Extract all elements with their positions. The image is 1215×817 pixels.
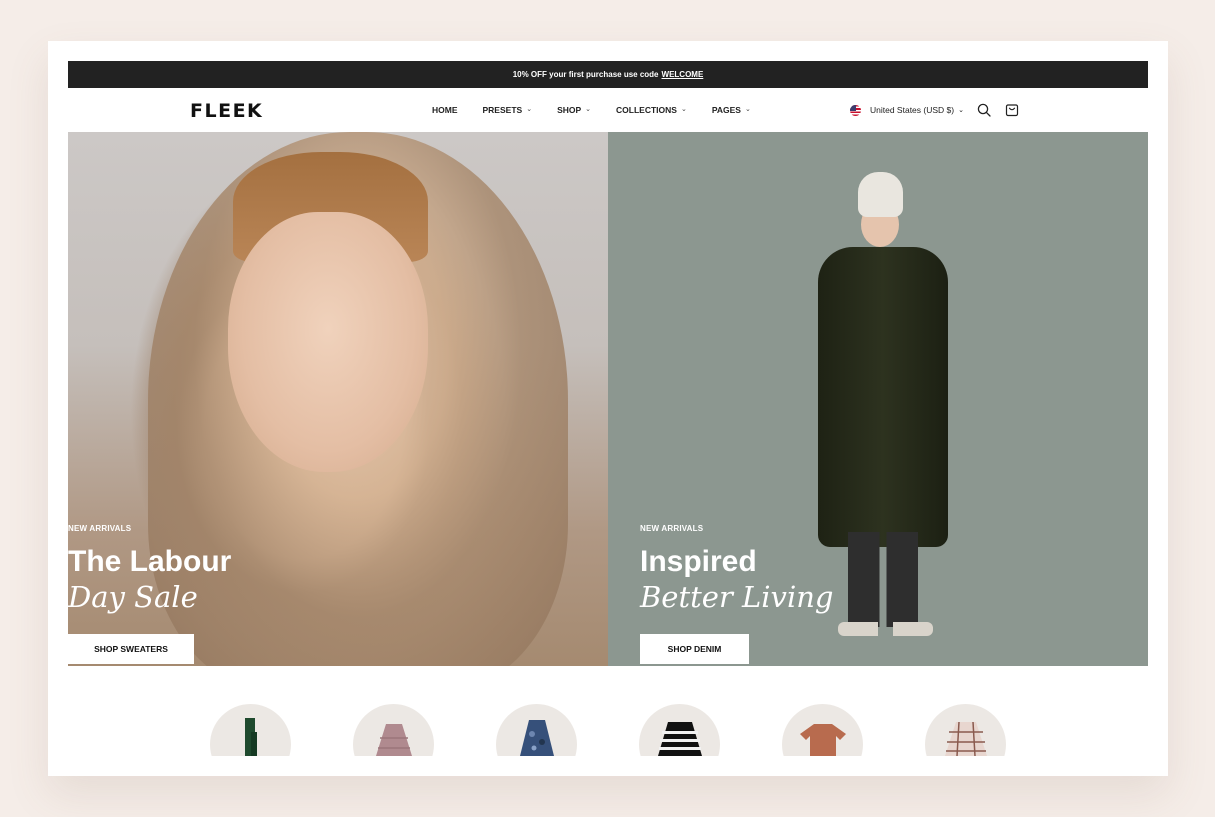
promo-code-link[interactable]: WELCOME xyxy=(662,70,704,79)
chevron-down-icon: ⌄ xyxy=(526,106,533,113)
hero-title: Inspired xyxy=(640,545,757,578)
hero-right-copy: NEW ARRIVALS Inspired Better Living SHOP… xyxy=(640,524,833,664)
hero-title: The Labour xyxy=(68,545,232,578)
site-logo[interactable]: FLEEK xyxy=(190,100,263,122)
nav-label: PRESETS xyxy=(482,105,523,115)
hero-subtitle: Day Sale xyxy=(68,580,198,614)
us-flag-icon xyxy=(850,104,861,116)
header-actions: United States (USD $) ⌄ xyxy=(850,88,1020,132)
nav-label: PAGES xyxy=(711,105,741,115)
category-tshirts[interactable] xyxy=(782,704,863,756)
category-shirts[interactable] xyxy=(925,704,1006,756)
chevron-down-icon: ⌄ xyxy=(958,107,964,114)
currency-label: United States (USD $) xyxy=(870,105,955,115)
hero-panel-left[interactable]: NEW ARRIVALS The Labour Day Sale SHOP SW… xyxy=(68,132,608,666)
site-header: FLEEK HOME PRESETS ⌄ SHOP ⌄ COLLECTIONS … xyxy=(68,88,1148,132)
category-jackets[interactable] xyxy=(496,704,577,756)
category-sweaters[interactable] xyxy=(639,704,720,756)
striped-sweater-icon xyxy=(657,722,702,756)
category-list xyxy=(210,704,1010,756)
hero-panel-right[interactable]: NEW ARRIVALS Inspired Better Living SHOP… xyxy=(608,132,1148,666)
search-button[interactable] xyxy=(976,102,992,118)
cart-button[interactable] xyxy=(1004,102,1020,118)
hero-eyebrow: NEW ARRIVALS xyxy=(68,524,132,533)
hero-banner: NEW ARRIVALS The Labour Day Sale SHOP SW… xyxy=(68,132,1148,666)
nav-item-collections[interactable]: COLLECTIONS ⌄ xyxy=(616,105,687,115)
category-scarves[interactable] xyxy=(210,704,291,756)
nav-item-presets[interactable]: PRESETS ⌄ xyxy=(483,105,533,115)
nav-item-pages[interactable]: PAGES ⌄ xyxy=(712,105,751,115)
hero-image-face xyxy=(228,212,428,472)
nav-label: SHOP xyxy=(557,105,582,115)
announcement-bar: 10% OFF your first purchase use code WEL… xyxy=(68,61,1148,88)
currency-selector[interactable]: United States (USD $) ⌄ xyxy=(850,104,964,116)
plaid-shirt-icon xyxy=(944,722,987,756)
browser-frame: 10% OFF your first purchase use code WEL… xyxy=(48,41,1168,776)
rust-tshirt-icon xyxy=(799,724,846,756)
pink-puffer-jacket-icon xyxy=(375,724,412,756)
hero-subtitle: Better Living xyxy=(640,580,834,614)
shop-sweaters-button[interactable]: SHOP SWEATERS xyxy=(68,634,194,664)
blue-patterned-jacket-icon xyxy=(519,720,554,756)
nav-label: COLLECTIONS xyxy=(616,105,677,115)
nav-item-home[interactable]: HOME xyxy=(432,105,458,115)
chevron-down-icon: ⌄ xyxy=(680,106,687,113)
nav-item-shop[interactable]: SHOP ⌄ xyxy=(557,105,591,115)
hero-left-copy: NEW ARRIVALS The Labour Day Sale SHOP SW… xyxy=(68,524,231,664)
chevron-down-icon: ⌄ xyxy=(744,106,751,113)
shop-denim-button[interactable]: SHOP DENIM xyxy=(640,634,749,664)
green-scarf-icon xyxy=(244,718,257,756)
announcement-text: 10% OFF your first purchase use code xyxy=(512,70,659,79)
search-icon xyxy=(977,103,991,117)
chevron-down-icon: ⌄ xyxy=(585,106,592,113)
hero-eyebrow: NEW ARRIVALS xyxy=(640,524,704,533)
nav-label: HOME xyxy=(432,105,458,115)
main-nav: HOME PRESETS ⌄ SHOP ⌄ COLLECTIONS ⌄ PAGE… xyxy=(432,88,776,132)
cart-icon xyxy=(1005,104,1019,117)
category-puffer-jackets[interactable] xyxy=(353,704,434,756)
